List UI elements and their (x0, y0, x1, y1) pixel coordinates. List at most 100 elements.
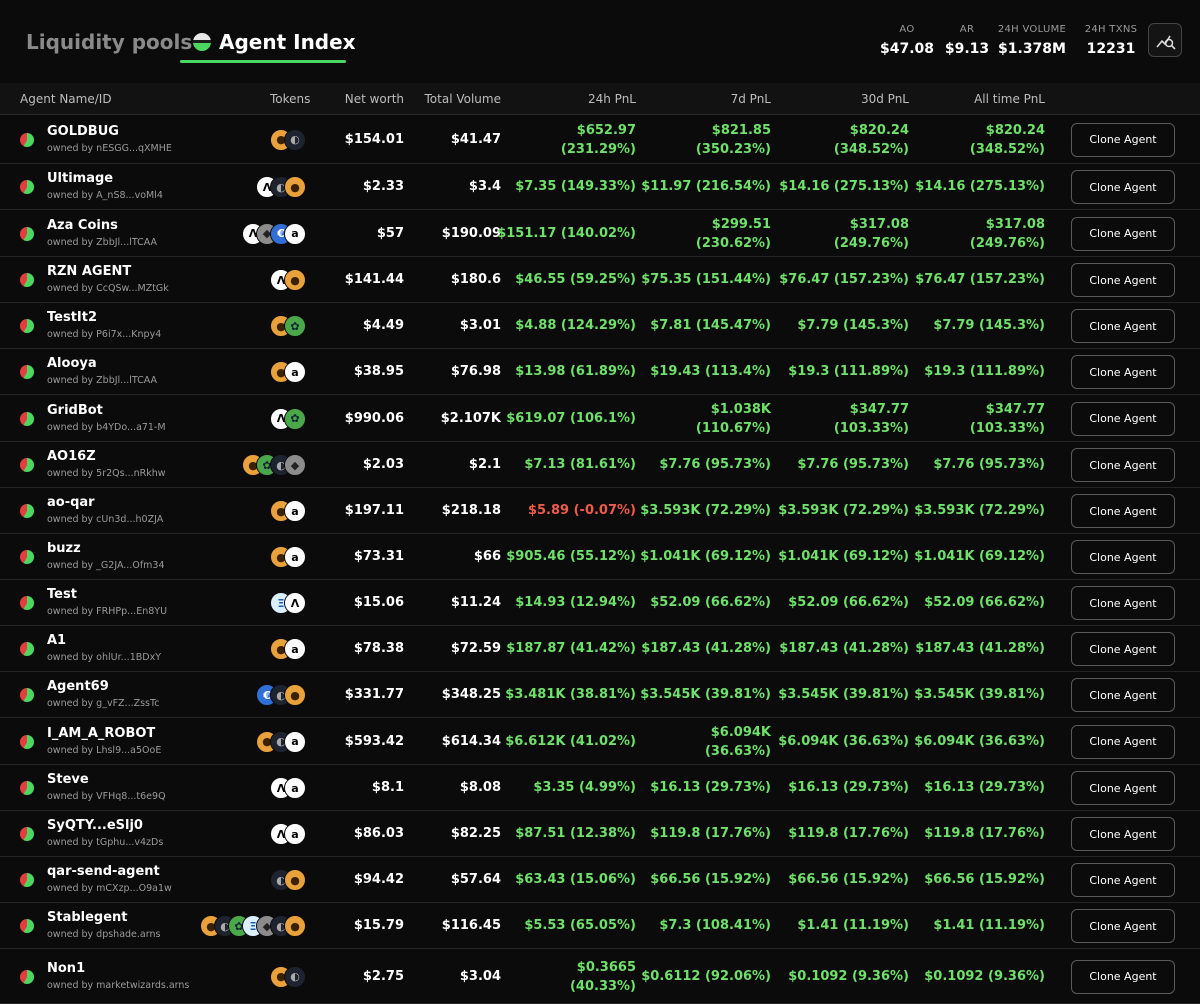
header-7d-pnl[interactable]: 7d PnL (731, 92, 771, 106)
clone-agent-button[interactable]: Clone Agent (1071, 355, 1175, 389)
table-row[interactable]: Stablegent owned by dpshade.arns ● ◐ ✿ Ξ ◆ ◐ ● $1… (0, 903, 1200, 949)
agent-cell[interactable]: Steve owned by VFHq8...t6e9Q (47, 772, 166, 802)
header-net-worth[interactable]: Net worth (345, 92, 404, 106)
pnl-30d-line: $52.09 (66.62%) (788, 595, 909, 610)
pnl-7d-line: $119.8 (17.76%) (650, 826, 771, 841)
tab-agent-index[interactable]: Agent Index (193, 30, 356, 54)
pnl-24h-line: $905.46 (55.12%) (506, 549, 636, 564)
agent-name[interactable]: TestIt2 (47, 310, 161, 325)
agent-cell[interactable]: GOLDBUG owned by nESGG...qXMHE (47, 124, 172, 154)
clone-agent-button[interactable]: Clone Agent (1071, 122, 1175, 157)
agent-cell[interactable]: qar-send-agent owned by mCXzp...O9a1w (47, 864, 172, 894)
chart-search-button[interactable] (1148, 23, 1182, 57)
table-row[interactable]: GridBot owned by b4YDo...a71-M Λ ✿ $990.06 $2… (0, 395, 1200, 442)
clone-agent-button[interactable]: Clone Agent (1071, 401, 1175, 436)
agent-cell[interactable]: Ultimage owned by A_nS8...voMl4 (47, 171, 163, 201)
clone-agent-button[interactable]: Clone Agent (1071, 216, 1175, 251)
agent-cell[interactable]: AO16Z owned by 5r2Qs...nRkhw (47, 449, 166, 479)
agent-cell[interactable]: GridBot owned by b4YDo...a71-M (47, 403, 166, 433)
agent-name[interactable]: GridBot (47, 403, 166, 418)
agent-name[interactable]: Test (47, 587, 167, 602)
agent-cell[interactable]: Non1 owned by marketwizards.arns (47, 961, 189, 991)
clone-agent-button[interactable]: Clone Agent (1071, 263, 1175, 297)
header-agent[interactable]: Agent Name/ID (20, 92, 112, 106)
clone-agent-button[interactable]: Clone Agent (1071, 909, 1175, 943)
table-row[interactable]: SyQTY...eSlj0 owned by tGphu...v4zDs Λa $86… (0, 811, 1200, 857)
header-total-volume[interactable]: Total Volume (425, 92, 501, 106)
clone-agent-button[interactable]: Clone Agent (1071, 771, 1175, 805)
agent-owner: owned by VFHq8...t6e9Q (47, 791, 166, 802)
agent-name[interactable]: Stablegent (47, 910, 160, 925)
agent-name[interactable]: Ultimage (47, 171, 163, 186)
clone-agent-button[interactable]: Clone Agent (1071, 959, 1175, 994)
agent-name[interactable]: ao-qar (47, 495, 163, 510)
agent-name[interactable]: Non1 (47, 961, 189, 976)
clone-agent-button[interactable]: Clone Agent (1071, 863, 1175, 897)
table-row[interactable]: buzz owned by _G2JA...Ofm34 ● a $73.31 $66 $90… (0, 534, 1200, 580)
agent-cell[interactable]: Stablegent owned by dpshade.arns (47, 910, 160, 940)
clone-agent-button[interactable]: Clone Agent (1071, 678, 1175, 712)
agent-cell[interactable]: A1 owned by ohlUr...1BDxY (47, 633, 161, 663)
clone-agent-button[interactable]: Clone Agent (1071, 817, 1175, 851)
agent-name[interactable]: Agent69 (47, 679, 159, 694)
agent-name[interactable]: RZN AGENT (47, 264, 169, 279)
agent-cell[interactable]: Aza Coins owned by ZbbJl...lTCAA (47, 218, 157, 248)
clone-agent-button[interactable]: Clone Agent (1071, 494, 1175, 528)
table-row[interactable]: Steve owned by VFHq8...t6e9Q Λa $8.1 $8.08 $3… (0, 765, 1200, 811)
table-row[interactable]: TestIt2 owned by P6i7x...Knpy4 ● ✿ $4.49 $3.0… (0, 303, 1200, 349)
table-row[interactable]: GOLDBUG owned by nESGG...qXMHE ● ◐ $154.01 $4… (0, 115, 1200, 164)
agent-cell[interactable]: TestIt2 owned by P6i7x...Knpy4 (47, 310, 161, 340)
pnl-30d: $1.041K (69.12%) (778, 549, 909, 564)
agent-cell[interactable]: ao-qar owned by cUn3d...h0ZJA (47, 495, 163, 525)
table-row[interactable]: Test owned by FRHPp...En8YU Ξ Λ $15.06 $11.24… (0, 580, 1200, 626)
table-row[interactable]: Non1 owned by marketwizards.arns ● ◐ $2.75 $3… (0, 949, 1200, 1004)
agent-name[interactable]: buzz (47, 541, 165, 556)
header-all-time-pnl[interactable]: All time PnL (974, 92, 1045, 106)
agent-name[interactable]: GOLDBUG (47, 124, 172, 139)
agent-owner: owned by nESGG...qXMHE (47, 142, 172, 154)
clone-agent-button[interactable]: Clone Agent (1071, 632, 1175, 666)
agent-name[interactable]: SyQTY...eSlj0 (47, 818, 163, 833)
header-30d-pnl[interactable]: 30d PnL (861, 92, 909, 106)
header-24h-pnl[interactable]: 24h PnL (588, 92, 636, 106)
tab-liquidity-pools[interactable]: Liquidity pools (26, 30, 192, 54)
agent-cell[interactable]: SyQTY...eSlj0 owned by tGphu...v4zDs (47, 818, 163, 848)
agent-name[interactable]: A1 (47, 633, 161, 648)
pnl-all-time-line: $347.77 (985, 401, 1045, 417)
agent-name[interactable]: Aza Coins (47, 218, 157, 233)
table-row[interactable]: Agent69 owned by g_vFZ...ZssTc € ◐ ● $331.77 $… (0, 672, 1200, 718)
pnl-30d: $1.41 (11.19%) (797, 918, 909, 933)
header-tokens[interactable]: Tokens (270, 92, 310, 106)
agent-cell[interactable]: Agent69 owned by g_vFZ...ZssTc (47, 679, 159, 709)
clone-agent-button[interactable]: Clone Agent (1071, 170, 1175, 204)
clone-agent-button[interactable]: Clone Agent (1071, 586, 1175, 620)
pnl-24h: $619.07 (106.1%) (506, 411, 636, 426)
agent-cell[interactable]: RZN AGENT owned by CcQSw...MZtGk (47, 264, 169, 294)
table-row[interactable]: qar-send-agent owned by mCXzp...O9a1w ◐ ● $9… (0, 857, 1200, 903)
agent-cell[interactable]: I_AM_A_ROBOT owned by Lhsl9...a5OoE (47, 726, 161, 756)
agent-cell[interactable]: Alooya owned by ZbbJl...lTCAA (47, 356, 157, 386)
token-stack: Λ ✿ (270, 407, 306, 430)
total-volume: $76.98 (450, 364, 501, 379)
agent-name[interactable]: qar-send-agent (47, 864, 172, 879)
clone-agent-button[interactable]: Clone Agent (1071, 448, 1175, 482)
agent-cell[interactable]: Test owned by FRHPp...En8YU (47, 587, 167, 617)
clone-agent-button[interactable]: Clone Agent (1071, 540, 1175, 574)
table-row[interactable]: Alooya owned by ZbbJl...lTCAA ● a $38.95 $76.… (0, 349, 1200, 395)
pnl-all-time: $0.1092 (9.36%) (924, 969, 1045, 984)
table-row[interactable]: Aza Coins owned by ZbbJl...lTCAA Λ ◆ € a $57 $1… (0, 210, 1200, 257)
agent-cell[interactable]: buzz owned by _G2JA...Ofm34 (47, 541, 165, 571)
agent-name[interactable]: Steve (47, 772, 166, 787)
table-row[interactable]: ao-qar owned by cUn3d...h0ZJA ● a $197.11 $21… (0, 488, 1200, 534)
table-row[interactable]: Ultimage owned by A_nS8...voMl4 Λ ◐ ● $2.33 $3… (0, 164, 1200, 210)
table-row[interactable]: A1 owned by ohlUr...1BDxY ● a $78.38 $72.59 $1… (0, 626, 1200, 672)
pnl-all-time: $820.24 (348.52%) (970, 121, 1045, 159)
clone-agent-button[interactable]: Clone Agent (1071, 309, 1175, 343)
agent-name[interactable]: I_AM_A_ROBOT (47, 726, 161, 741)
table-row[interactable]: I_AM_A_ROBOT owned by Lhsl9...a5OoE ● ◐ a $59… (0, 718, 1200, 765)
agent-name[interactable]: Alooya (47, 356, 157, 371)
clone-agent-button[interactable]: Clone Agent (1071, 724, 1175, 759)
table-row[interactable]: AO16Z owned by 5r2Qs...nRkhw ● ✿ ◐ ◆ $2.03 $2.1… (0, 442, 1200, 488)
agent-name[interactable]: AO16Z (47, 449, 166, 464)
table-row[interactable]: RZN AGENT owned by CcQSw...MZtGk Λ ● $141.44… (0, 257, 1200, 303)
